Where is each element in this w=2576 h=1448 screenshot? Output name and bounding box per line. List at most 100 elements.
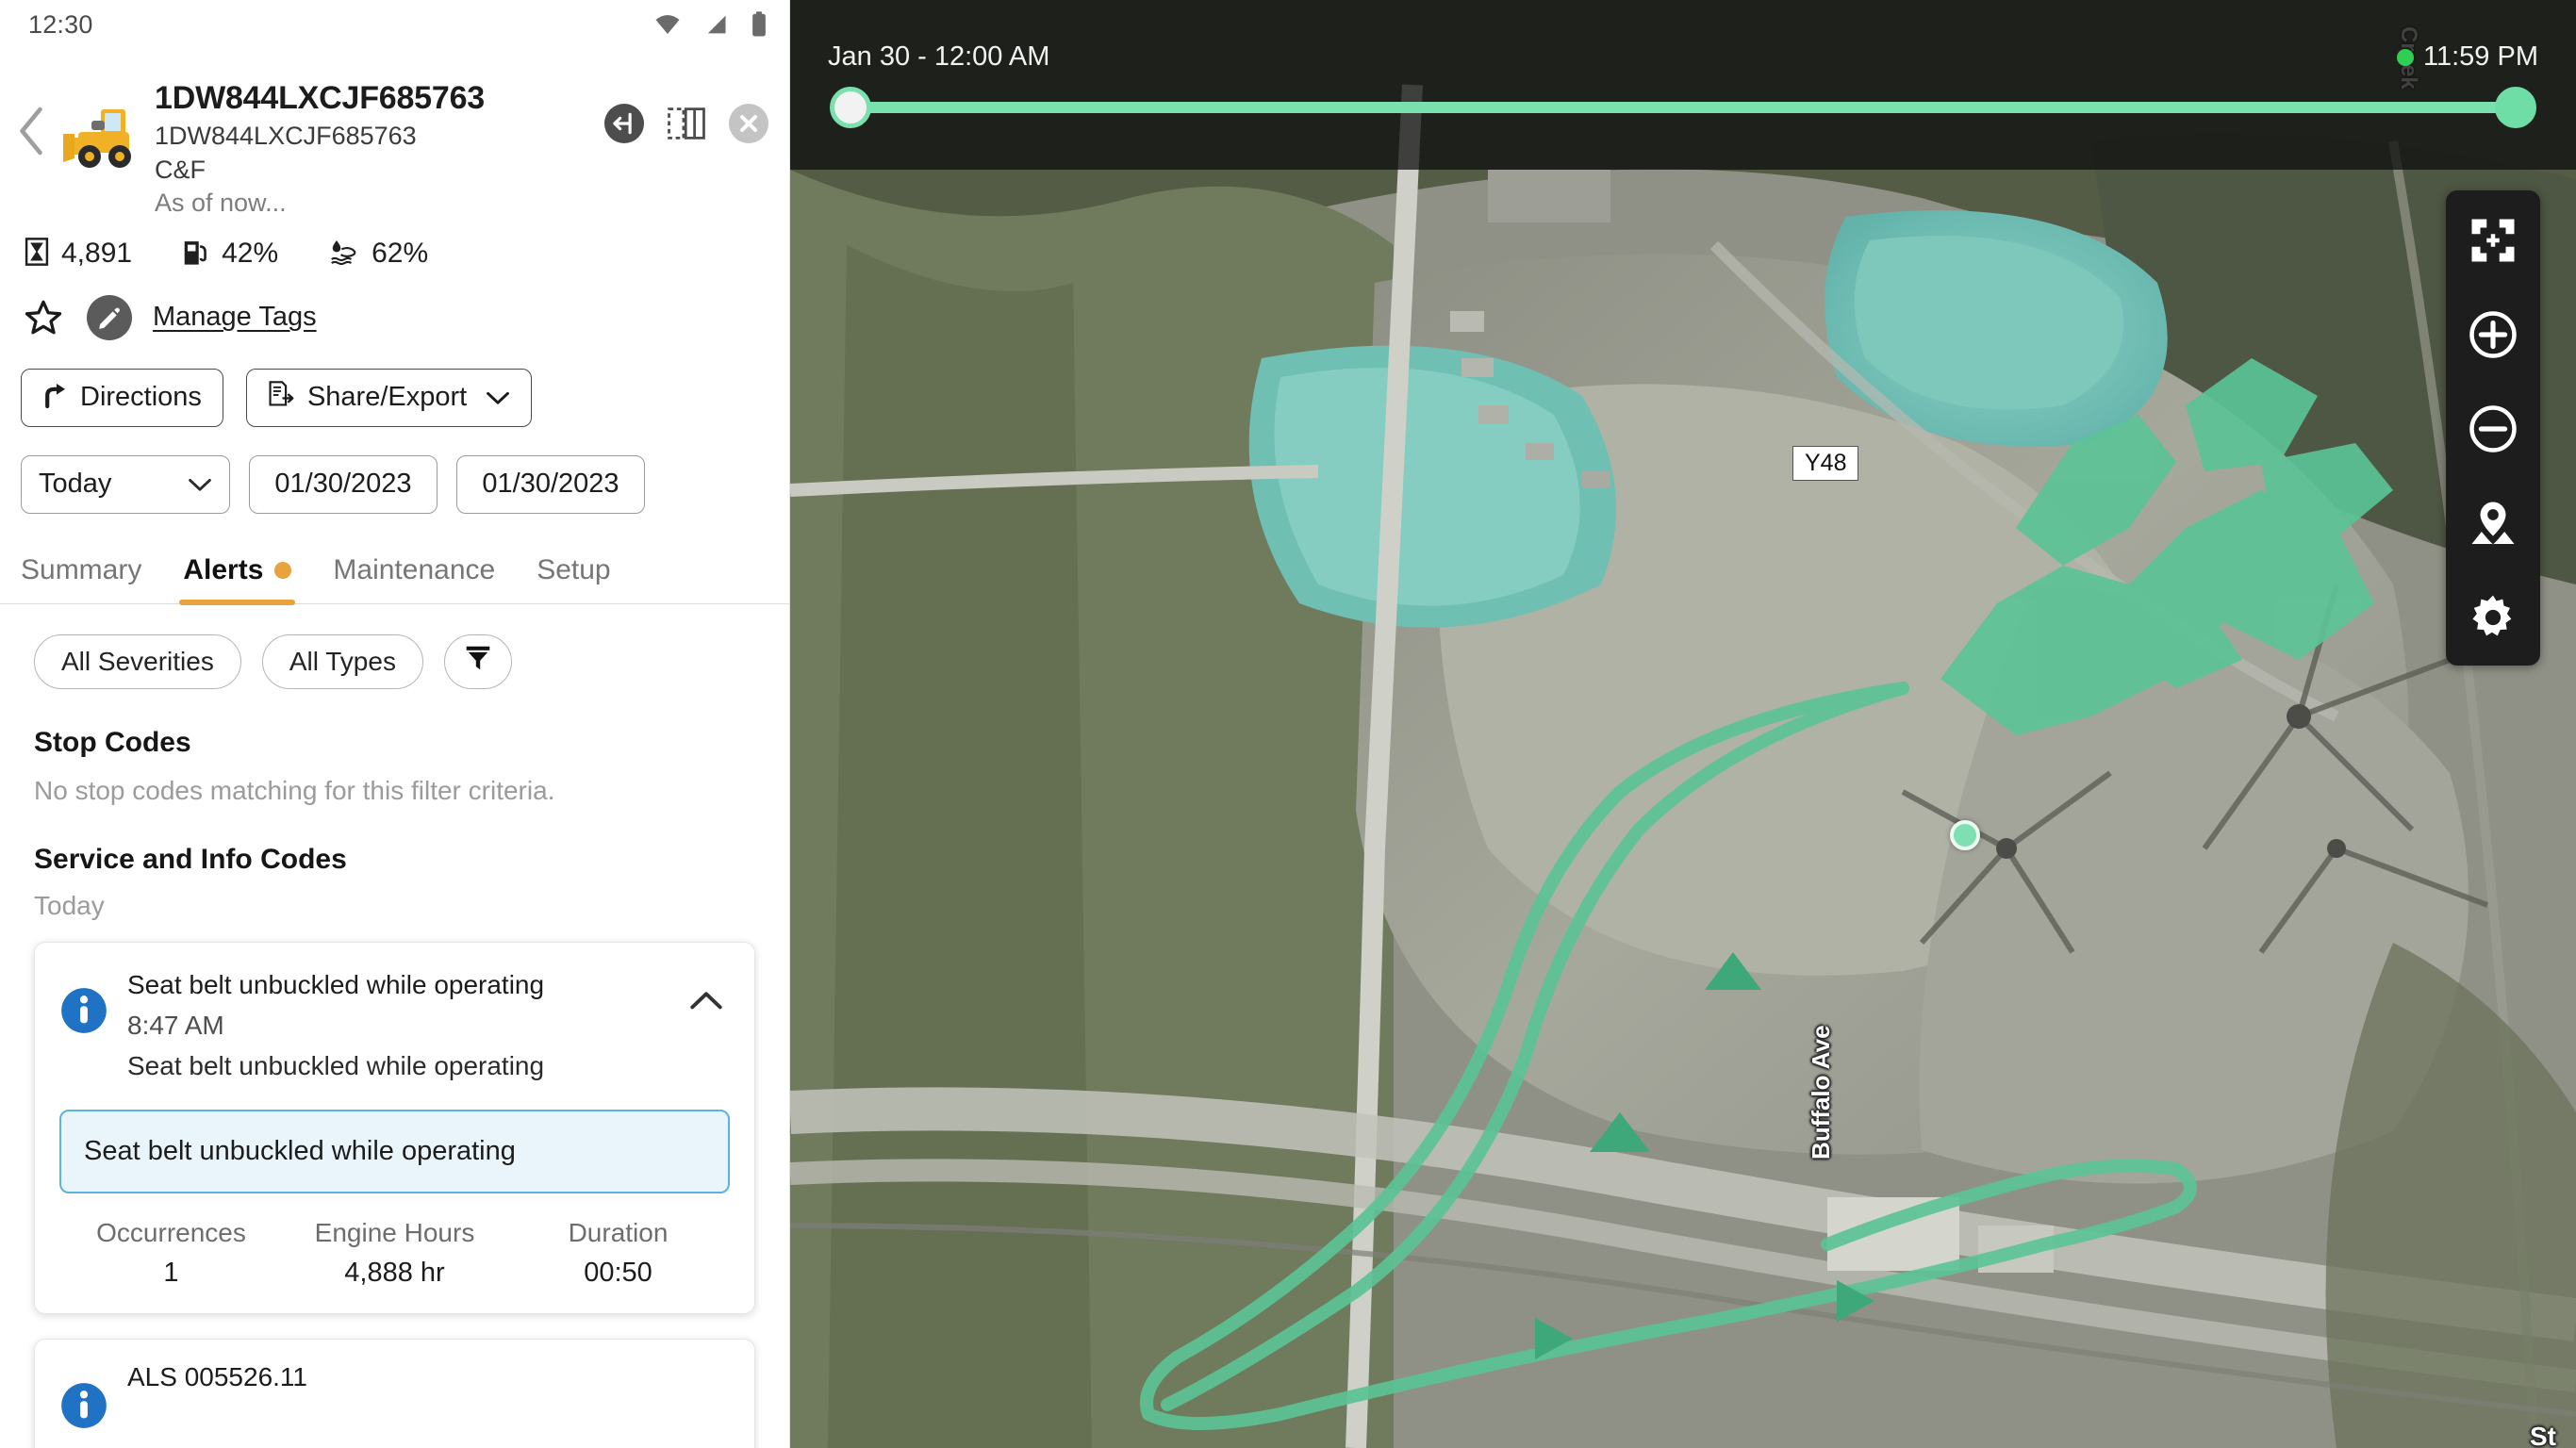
detail-panel: 12:30 1DW844LXCJF685763 1DW844LXCJF68576…: [0, 0, 790, 1448]
metric-duration-label: Duration: [568, 1218, 669, 1247]
metric-engine-hours: Engine Hours 4,888 hr: [283, 1218, 506, 1289]
minus-circle-icon[interactable]: [2464, 400, 2522, 458]
metric-duration-value: 00:50: [584, 1258, 652, 1288]
tab-setup[interactable]: Setup: [516, 554, 631, 603]
timeline-slider[interactable]: [830, 87, 2536, 143]
date-preset-select[interactable]: Today: [21, 454, 230, 514]
severity-filter-chip[interactable]: All Severities: [34, 634, 241, 689]
type-filter-chip[interactable]: All Types: [261, 634, 423, 689]
info-circle-icon: [59, 986, 108, 1040]
hourglass-icon: [25, 238, 49, 271]
fuel-pump-icon: [183, 238, 209, 271]
timeline-overlay: Jan 30 - 12:00 AM 11:59 PM: [790, 0, 2576, 170]
tab-alerts-label: Alerts: [183, 553, 264, 585]
stat-hours: 4,891: [25, 238, 132, 271]
alert-time: 8:47 AM: [127, 1010, 224, 1040]
tab-alerts[interactable]: Alerts: [162, 553, 312, 605]
severity-filter-label: All Severities: [61, 646, 214, 676]
alert-card-secondary[interactable]: ALS 005526.11: [34, 1339, 755, 1448]
back-button[interactable]: [6, 98, 57, 164]
chevron-up-icon[interactable]: [683, 990, 730, 1011]
metric-occurrences-label: Occurrences: [96, 1218, 246, 1247]
filter-chips: All Severities All Types: [0, 604, 789, 689]
map-label-buffalo-ave: Buffalo Ave: [1807, 1025, 1835, 1160]
star-outline-icon[interactable]: [21, 295, 66, 340]
panel-layout-icon[interactable]: [667, 104, 706, 143]
manage-tags-link[interactable]: Manage Tags: [153, 302, 317, 333]
service-codes-day-group: Today: [34, 890, 105, 920]
live-status-dot: [2397, 48, 2415, 66]
map-pin-icon[interactable]: [2464, 494, 2522, 552]
stat-hours-value: 4,891: [61, 238, 133, 270]
expand-fit-icon[interactable]: [2464, 211, 2522, 270]
service-codes-title: Service and Info Codes: [34, 843, 347, 875]
directions-button[interactable]: Directions: [21, 368, 223, 427]
chevron-down-icon: [188, 469, 212, 500]
share-export-label: Share/Export: [306, 382, 468, 413]
tab-maintenance[interactable]: Maintenance: [312, 554, 516, 603]
map-controls: [2446, 190, 2540, 666]
pencil-icon[interactable]: [87, 294, 132, 340]
plus-circle-icon[interactable]: [2464, 305, 2522, 364]
stat-fuel-value: 42%: [222, 238, 279, 270]
tab-maintenance-label: Maintenance: [333, 553, 496, 585]
start-date-input[interactable]: 01/30/2023: [249, 454, 438, 514]
gear-icon[interactable]: [2464, 588, 2522, 647]
metric-duration: Duration 00:50: [506, 1218, 730, 1289]
tab-setup-label: Setup: [537, 553, 611, 585]
end-date-input[interactable]: 01/30/2023: [456, 454, 645, 514]
machine-stats: 4,891 42% 62%: [0, 221, 789, 271]
arrow-left-circle-icon[interactable]: [604, 104, 644, 143]
alert-secondary-title: ALS 005526.11: [127, 1362, 307, 1391]
system-clock: 12:30: [28, 9, 93, 39]
wheel-loader-icon: [57, 92, 149, 179]
metric-occurrences-value: 1: [163, 1258, 179, 1288]
map-view[interactable]: Creek Y48 Buffalo Ave Donald 22 St Jan 3…: [790, 0, 2576, 1448]
alert-title: Seat belt unbuckled while operating: [127, 969, 545, 999]
map-label-y48: Y48: [1792, 446, 1859, 481]
alert-highlight-box: Seat belt unbuckled while operating: [59, 1110, 730, 1193]
cellular-signal-icon: [702, 11, 729, 38]
alerts-badge-dot: [274, 561, 292, 579]
funnel-filter-icon: [465, 644, 491, 679]
end-date-value: 01/30/2023: [482, 469, 619, 500]
timeline-end-handle[interactable]: [2495, 87, 2536, 128]
machine-travel-path: [1140, 358, 2393, 1430]
stat-fuel: 42%: [183, 238, 278, 271]
date-range-row: Today 01/30/2023 01/30/2023: [0, 427, 789, 514]
date-preset-value: Today: [39, 469, 112, 500]
alert-highlight-text: Seat belt unbuckled while operating: [84, 1136, 516, 1166]
timeline-start-handle[interactable]: [830, 87, 871, 128]
timeline-end-label: 11:59 PM: [2423, 41, 2538, 72]
machine-header: 1DW844LXCJF685763 1DW844LXCJF685763 C&F …: [0, 49, 789, 221]
action-buttons: Directions Share/Export: [0, 340, 789, 427]
stop-codes-empty: No stop codes matching for this filter c…: [34, 775, 555, 805]
advanced-filter-button[interactable]: [443, 634, 512, 689]
stat-def-value: 62%: [372, 238, 429, 270]
tab-summary[interactable]: Summary: [21, 554, 162, 603]
as-of-text: As of now...: [155, 189, 287, 218]
app-root: 12:30 1DW844LXCJF685763 1DW844LXCJF68576…: [0, 0, 2576, 1448]
chevron-down-icon: [486, 382, 510, 413]
share-export-button[interactable]: Share/Export: [245, 368, 533, 427]
alert-metrics: Occurrences 1 Engine Hours 4,888 hr Dura…: [59, 1218, 730, 1289]
directions-arrow-icon: [42, 380, 67, 416]
stat-def: 62%: [329, 238, 428, 271]
close-circle-icon[interactable]: [729, 104, 768, 143]
metric-occurrences: Occurrences 1: [59, 1218, 283, 1289]
tags-row: Manage Tags: [0, 271, 789, 340]
type-filter-label: All Types: [289, 646, 396, 676]
machine-group: C&F: [155, 155, 206, 184]
tab-summary-label: Summary: [21, 553, 142, 585]
timeline-track[interactable]: [843, 102, 2523, 113]
battery-icon: [750, 10, 768, 39]
stop-codes-title: Stop Codes: [34, 726, 191, 758]
track-point-marker[interactable]: [1950, 820, 1980, 850]
tab-bar: Summary Alerts Maintenance Setup: [0, 514, 789, 605]
timeline-end-group: 11:59 PM: [2397, 41, 2538, 73]
timeline-start-label: Jan 30 - 12:00 AM: [828, 41, 1050, 72]
alert-card[interactable]: Seat belt unbuckled while operating 8:47…: [34, 941, 755, 1314]
def-fluid-icon: [329, 238, 359, 271]
alert-description: Seat belt unbuckled while operating: [127, 1051, 545, 1081]
wifi-icon: [653, 10, 682, 39]
